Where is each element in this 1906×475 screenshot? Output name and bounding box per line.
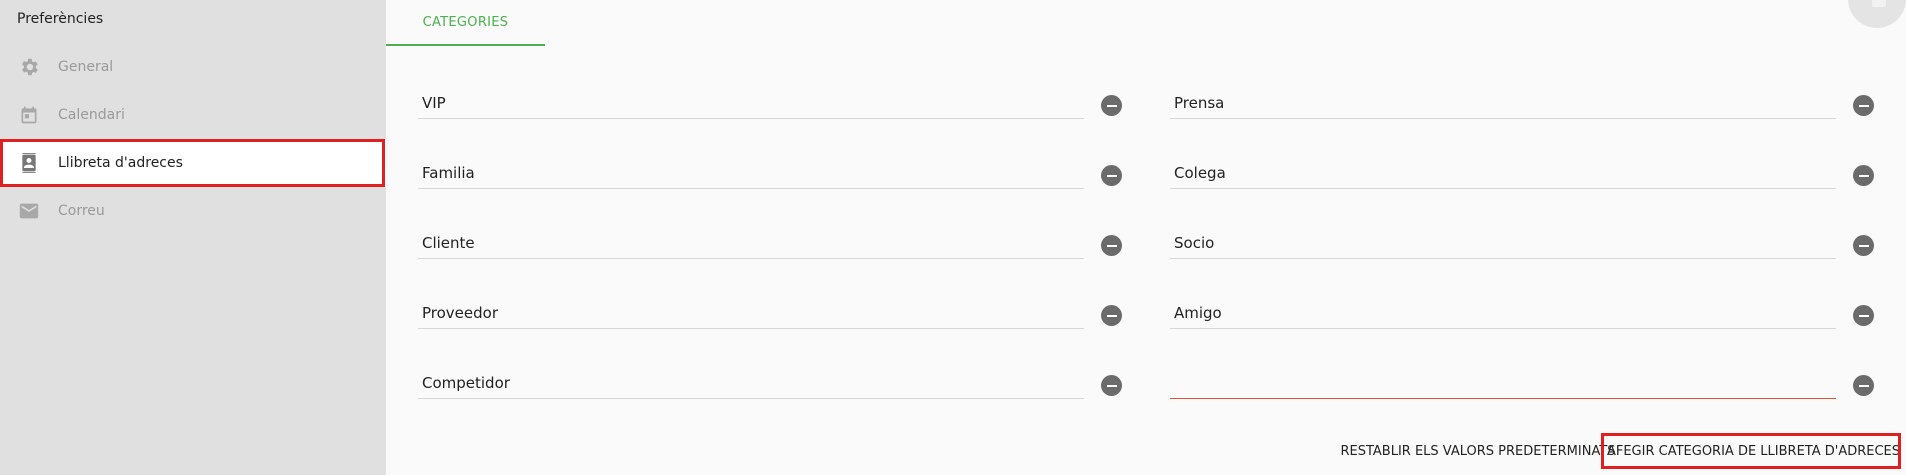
category-input[interactable] — [418, 229, 1084, 257]
category-input[interactable] — [1170, 369, 1836, 397]
remove-category-button[interactable] — [1853, 375, 1874, 396]
reset-defaults-button[interactable]: RESTABLIR ELS VALORS PREDETERMINATS — [1310, 436, 1646, 466]
category-field[interactable] — [418, 159, 1084, 189]
category-input[interactable] — [418, 299, 1084, 327]
remove-category-button[interactable] — [1101, 165, 1122, 186]
remove-category-button[interactable] — [1853, 235, 1874, 256]
minus-icon — [1858, 384, 1869, 387]
minus-icon — [1858, 174, 1869, 177]
add-category-button[interactable]: AFEGIR CATEGORIA DE LLIBRETA D'ADRECES — [1604, 434, 1903, 468]
category-input[interactable] — [418, 159, 1084, 187]
category-field[interactable] — [418, 89, 1084, 119]
minus-icon — [1106, 104, 1117, 107]
remove-category-button[interactable] — [1853, 165, 1874, 186]
category-field[interactable] — [418, 299, 1084, 329]
remove-category-button[interactable] — [1853, 95, 1874, 116]
sidebar-item-mail[interactable]: Correu — [0, 187, 386, 235]
category-input[interactable] — [1170, 89, 1836, 117]
remove-category-button[interactable] — [1853, 305, 1874, 326]
sidebar-item-label: Calendari — [58, 107, 125, 123]
category-input[interactable] — [418, 89, 1084, 117]
category-input[interactable] — [418, 369, 1084, 397]
sidebar-item-label: Llibreta d'adreces — [58, 155, 183, 171]
category-field[interactable] — [1170, 229, 1836, 259]
contacts-icon — [18, 152, 40, 174]
category-input[interactable] — [1170, 159, 1836, 187]
minus-icon — [1858, 244, 1869, 247]
remove-category-button[interactable] — [1101, 235, 1122, 256]
category-field-new[interactable] — [1170, 369, 1836, 399]
sidebar-item-label: Correu — [58, 203, 105, 219]
sidebar-item-address-book[interactable]: Llibreta d'adreces — [0, 139, 386, 187]
sidebar: Preferències General Calendari Llibreta … — [0, 0, 386, 475]
minus-icon — [1106, 174, 1117, 177]
gear-icon — [18, 56, 40, 78]
remove-category-button[interactable] — [1101, 375, 1122, 396]
minus-icon — [1106, 314, 1117, 317]
category-field[interactable] — [1170, 89, 1836, 119]
sidebar-item-label: General — [58, 59, 114, 75]
category-input[interactable] — [1170, 299, 1836, 327]
minus-icon — [1106, 244, 1117, 247]
sidebar-item-general[interactable]: General — [0, 43, 386, 91]
category-field[interactable] — [1170, 299, 1836, 329]
minus-icon — [1858, 104, 1869, 107]
remove-category-button[interactable] — [1101, 305, 1122, 326]
sidebar-item-calendar[interactable]: Calendari — [0, 91, 386, 139]
category-field[interactable] — [1170, 159, 1836, 189]
minus-icon — [1858, 314, 1869, 317]
minus-icon — [1106, 384, 1117, 387]
save-icon — [1872, 0, 1886, 7]
sidebar-title: Preferències — [17, 11, 104, 27]
category-field[interactable] — [418, 229, 1084, 259]
remove-category-button[interactable] — [1101, 95, 1122, 116]
category-input[interactable] — [1170, 229, 1836, 257]
main-panel: CATEGORIES RESTABLIR ELS VALORS — [386, 0, 1906, 475]
calendar-icon — [18, 104, 40, 126]
tab-categories[interactable]: CATEGORIES — [386, 0, 545, 46]
mail-icon — [18, 200, 40, 222]
category-field[interactable] — [418, 369, 1084, 399]
